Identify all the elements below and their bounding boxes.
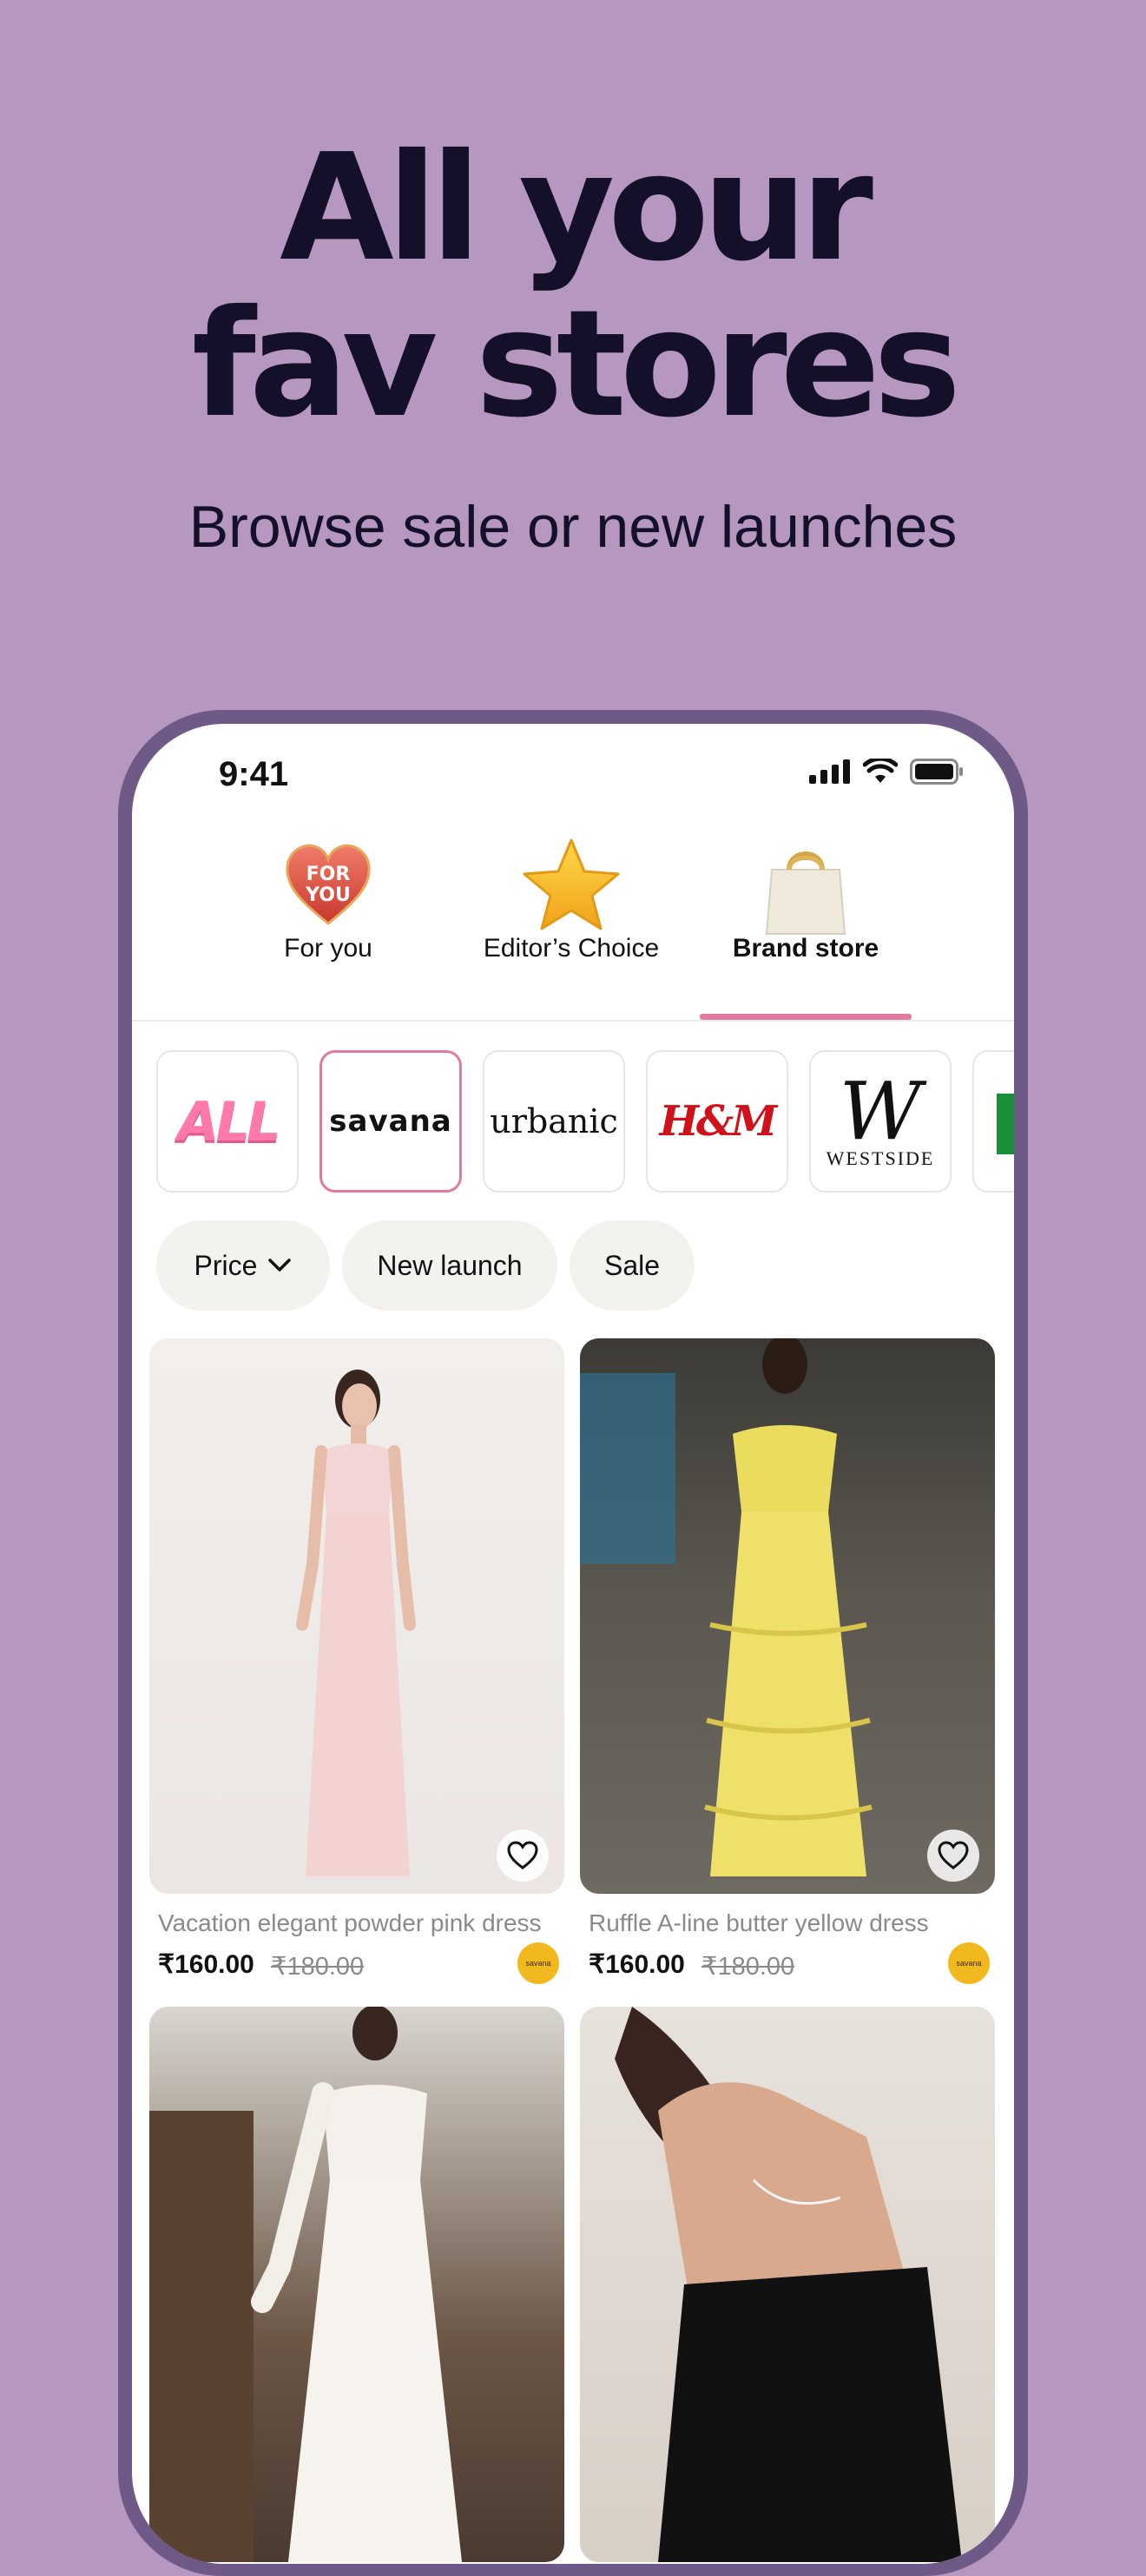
- signal-icon: [809, 759, 850, 784]
- battery-icon: [910, 759, 963, 785]
- status-icons: [809, 759, 964, 785]
- product-card[interactable]: [580, 2007, 995, 2562]
- brand-partial-logo-icon: [997, 1094, 1014, 1154]
- product-name: Vacation elegant powder pink dress: [158, 1909, 542, 1936]
- product-image[interactable]: [149, 2007, 564, 2562]
- brand-selector: ALL savana urbanic H&M W WESTSIDE: [156, 1050, 1014, 1194]
- hero-title-line2: fav stores: [191, 279, 961, 450]
- store-badge[interactable]: savana: [948, 1942, 990, 1984]
- brand-more[interactable]: [972, 1050, 1014, 1193]
- wishlist-button[interactable]: [927, 1830, 979, 1882]
- brand-savana[interactable]: savana: [319, 1050, 462, 1193]
- svg-text:YOU: YOU: [305, 884, 351, 906]
- product-old-price: ₹180.00: [271, 1953, 365, 1981]
- svg-text:W: W: [840, 1073, 927, 1153]
- tab-label: For you: [284, 934, 372, 963]
- active-tab-indicator: [700, 1014, 912, 1020]
- product-image[interactable]: [580, 1338, 995, 1894]
- filter-price-label: Price: [194, 1249, 258, 1281]
- product-card[interactable]: [149, 2007, 564, 2562]
- filter-new-launch-label: New launch: [377, 1249, 523, 1281]
- brand-urbanic[interactable]: urbanic: [483, 1050, 625, 1193]
- filter-new-launch[interactable]: New launch: [342, 1220, 557, 1311]
- tab-editors-choice[interactable]: Editor’s Choice: [476, 837, 667, 976]
- product-image[interactable]: [580, 2007, 995, 2562]
- category-tabs: FOR YOU For you Editor’s Choice Brand st…: [132, 837, 1014, 976]
- for-you-heart-icon: FOR YOU: [280, 837, 376, 936]
- brand-hm[interactable]: H&M: [646, 1050, 788, 1193]
- brand-westside[interactable]: W WESTSIDE: [809, 1050, 952, 1193]
- tab-label: Editor’s Choice: [483, 934, 660, 963]
- status-time: 9:41: [219, 755, 289, 793]
- tab-for-you[interactable]: FOR YOU For you: [250, 837, 406, 976]
- brand-urbanic-logo: urbanic: [490, 1102, 618, 1140]
- hero-title-line1: All your: [280, 122, 873, 294]
- product-price: ₹160.00: [589, 1950, 685, 1979]
- filter-sale[interactable]: Sale: [570, 1220, 695, 1311]
- product-name: Ruffle A-line butter yellow dress: [589, 1909, 929, 1936]
- star-icon: [519, 837, 623, 942]
- tab-label: Brand store: [732, 934, 879, 963]
- hero-subtitle: Browse sale or new launches: [188, 494, 958, 560]
- filter-sale-label: Sale: [603, 1249, 661, 1281]
- product-price: ₹160.00: [158, 1950, 254, 1979]
- phone-screen: 9:41 FOR YOU For you Editor’s Choice Bra…: [132, 724, 1014, 2564]
- wishlist-button[interactable]: [497, 1830, 549, 1882]
- product-card[interactable]: Ruffle A-line butter yellow dress ₹160.0…: [580, 1338, 995, 1998]
- product-card[interactable]: Vacation elegant powder pink dress ₹160.…: [149, 1338, 564, 1998]
- brand-all[interactable]: ALL: [156, 1050, 299, 1193]
- filter-price[interactable]: Price: [156, 1220, 330, 1311]
- chevron-down-icon: [268, 1258, 292, 1272]
- heart-icon: [507, 1841, 538, 1870]
- svg-text:FOR: FOR: [306, 864, 351, 885]
- wifi-icon: [863, 759, 898, 783]
- westside-monogram-icon: W: [840, 1073, 927, 1153]
- shopping-bag-icon: [758, 837, 853, 943]
- brand-all-logo: ALL: [177, 1089, 281, 1153]
- brand-westside-label: WESTSIDE: [826, 1147, 935, 1169]
- brand-savana-logo: savana: [329, 1104, 452, 1139]
- brand-hm-logo: H&M: [659, 1097, 778, 1146]
- product-image[interactable]: [149, 1338, 564, 1894]
- heart-icon: [938, 1841, 969, 1870]
- product-old-price: ₹180.00: [701, 1953, 795, 1981]
- tab-brand-store[interactable]: Brand store: [701, 837, 910, 976]
- store-badge[interactable]: savana: [517, 1942, 559, 1984]
- hero-title: All your fav stores: [0, 130, 1146, 443]
- tabs-divider: [132, 1020, 1014, 1022]
